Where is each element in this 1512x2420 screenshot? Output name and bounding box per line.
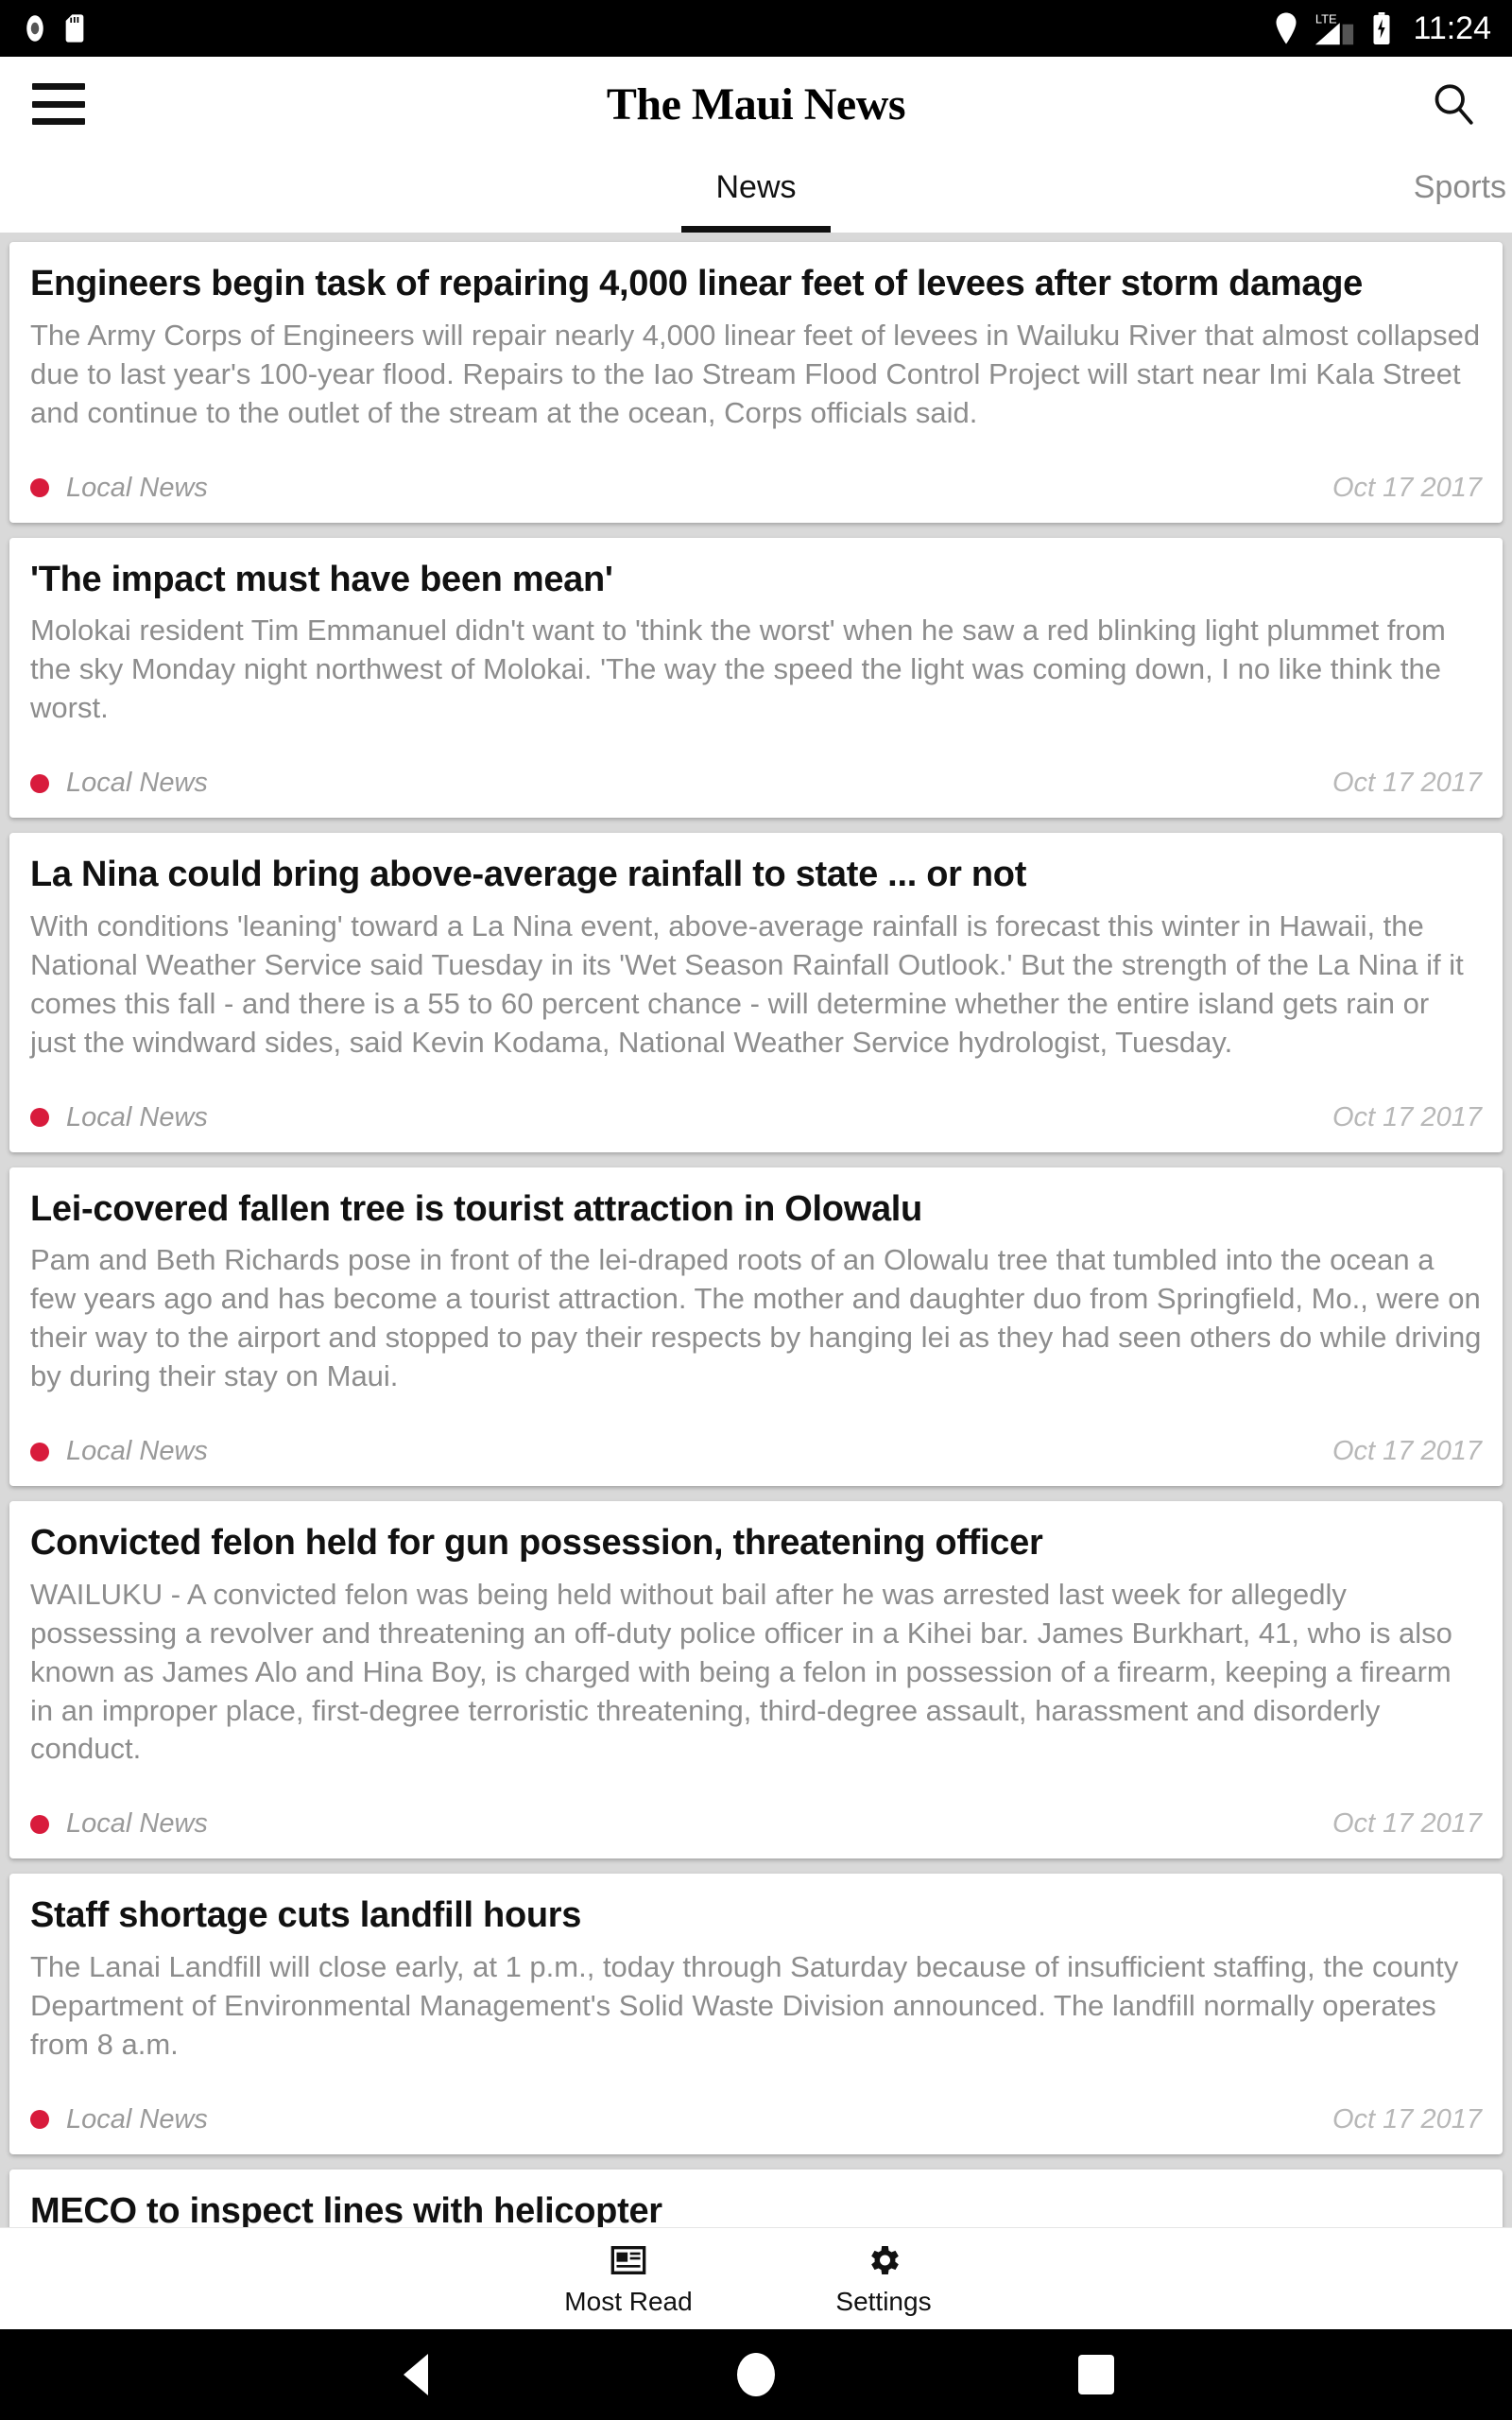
article-category-group: Local News [30,1808,208,1840]
article-category-group: Local News [30,1102,208,1133]
article-meta: Local News Oct 17 2017 [30,1404,1482,1486]
bottom-nav-item-settings[interactable]: Settings [756,2241,1011,2317]
tab-news[interactable]: News [652,151,860,233]
newspaper-icon [610,2241,647,2279]
article-summary: With conditions 'leaning' toward a La Ni… [30,908,1464,1059]
article-card[interactable]: La Nina could bring above-average rainfa… [9,833,1503,1152]
status-bar-right-icons: LTE 11:24 [1275,10,1491,47]
article-category: Local News [66,472,208,503]
article-headline: Convicted felon held for gun possession,… [30,1523,1043,1563]
article-card[interactable]: MECO to inspect lines with helicopter [9,2169,1503,2227]
bottom-nav-label-most-read: Most Read [564,2286,693,2316]
category-dot-icon [30,2110,49,2130]
article-card[interactable]: Staff shortage cuts landfill hours The L… [9,1874,1503,2154]
sd-card-icon [64,13,85,43]
article-card[interactable]: 'The impact must have been mean' Molokai… [9,537,1503,819]
article-headline: Engineers begin task of repairing 4,000 … [30,264,1363,303]
tab-bar: News Sports [0,151,1512,233]
bottom-nav-label-settings: Settings [835,2286,932,2316]
app-bar: The Maui News [0,57,1512,151]
article-category: Local News [66,2103,208,2135]
article-category: Local News [66,1101,208,1132]
article-card[interactable]: Engineers begin task of repairing 4,000 … [9,242,1503,523]
article-headline: Lei-covered fallen tree is tourist attra… [30,1188,922,1229]
article-date: Oct 17 2017 [1332,1436,1482,1466]
article-category-group: Local News [30,768,208,799]
tab-sports[interactable]: Sports [1323,151,1512,233]
battery-charging-icon [1371,12,1392,44]
category-dot-icon [30,1108,49,1128]
article-summary: Pam and Beth Richards pose in front of t… [30,1243,1482,1393]
status-bar-left-icons [21,13,85,43]
svg-text:LTE: LTE [1315,11,1337,26]
article-category: Local News [66,1436,208,1466]
article-summary: The Lanai Landfill will close early, at … [30,1950,1459,2061]
hamburger-menu-icon[interactable] [32,83,85,125]
back-triangle-icon[interactable] [383,2342,449,2408]
gear-icon [865,2241,902,2279]
article-card[interactable]: Lei-covered fallen tree is tourist attra… [9,1167,1503,1486]
category-dot-icon [30,1442,49,1461]
location-pin-icon [1275,12,1297,44]
record-icon [21,14,49,43]
home-circle-icon[interactable] [723,2342,789,2408]
status-bar: LTE 11:24 [0,0,1512,57]
article-summary: Molokai resident Tim Emmanuel didn't wan… [30,614,1446,725]
bottom-navigation: Most Read Settings [0,2227,1512,2329]
article-summary: The Army Corps of Engineers will repair … [30,318,1481,429]
article-date: Oct 17 2017 [1332,768,1482,799]
recents-square-icon[interactable] [1063,2342,1129,2408]
article-category: Local News [66,768,208,799]
article-headline: Staff shortage cuts landfill hours [30,1895,582,1936]
category-dot-icon [30,1814,49,1834]
tab-sports-label: Sports [1413,169,1506,205]
article-meta: Local News Oct 17 2017 [30,441,1482,523]
category-dot-icon [30,773,49,793]
app-root: LTE 11:24 The Maui News News Sports Engi… [0,0,1512,2420]
article-meta: Local News Oct 17 2017 [30,1776,1482,1858]
article-meta: Local News Oct 17 2017 [30,735,1482,818]
article-date: Oct 17 2017 [1332,1101,1482,1132]
article-headline: MECO to inspect lines with helicopter [30,2190,662,2227]
article-card[interactable]: Convicted felon held for gun possession,… [9,1501,1503,1859]
article-date: Oct 17 2017 [1332,2103,1482,2135]
article-headline: La Nina could bring above-average rainfa… [30,855,1027,895]
search-icon[interactable] [1427,78,1480,130]
article-category-group: Local News [30,473,208,504]
article-summary: WAILUKU - A convicted felon was being he… [30,1577,1452,1766]
article-meta: Local News Oct 17 2017 [30,2072,1482,2154]
android-navigation-bar [0,2329,1512,2420]
status-bar-clock: 11:24 [1413,9,1491,46]
tab-news-label: News [715,169,797,205]
tab-active-indicator [680,226,832,233]
article-headline: 'The impact must have been mean' [30,559,613,599]
article-category-group: Local News [30,2104,208,2135]
article-category-group: Local News [30,1436,208,1467]
bottom-nav-item-most-read[interactable]: Most Read [501,2241,756,2317]
page-title: The Maui News [606,78,906,130]
category-dot-icon [30,478,49,498]
article-date: Oct 17 2017 [1332,472,1482,503]
article-feed[interactable]: Engineers begin task of repairing 4,000 … [0,233,1512,2227]
article-meta: Local News Oct 17 2017 [30,1070,1482,1152]
article-date: Oct 17 2017 [1332,1808,1482,1840]
article-category: Local News [66,1808,208,1840]
lte-signal-icon: LTE [1313,10,1356,46]
